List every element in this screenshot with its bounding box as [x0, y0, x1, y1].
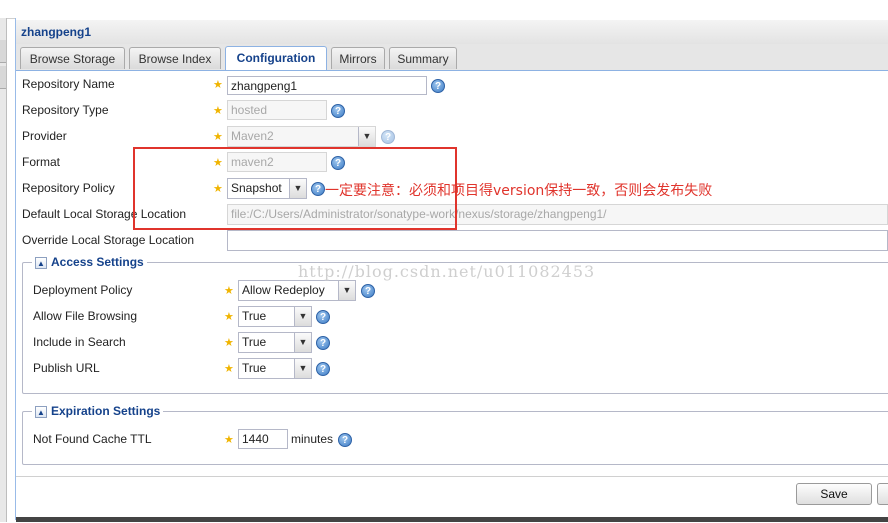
override-storage-input[interactable] [227, 230, 888, 251]
chevron-down-icon[interactable]: ▼ [338, 281, 355, 300]
required-star-icon: ★ [224, 311, 234, 323]
help-icon[interactable]: ? [338, 433, 352, 447]
chevron-down-icon[interactable]: ▼ [294, 307, 311, 326]
deployment-policy-label: Deployment Policy [33, 283, 133, 297]
required-star-icon: ★ [213, 79, 223, 91]
publish-url-select[interactable]: True ▼ [238, 358, 312, 379]
tab-browse-index[interactable]: Browse Index [129, 47, 221, 69]
expiration-settings-title: Expiration Settings [51, 404, 161, 418]
deployment-policy-select[interactable]: Allow Redeploy ▼ [238, 280, 356, 301]
provider-select: Maven2 ▼ [227, 126, 376, 147]
help-icon[interactable]: ? [381, 130, 395, 144]
help-icon[interactable]: ? [431, 79, 445, 93]
chevron-down-icon: ▼ [358, 127, 375, 146]
left-edge-button[interactable] [0, 66, 6, 89]
include-search-value: True [242, 335, 267, 349]
collapse-icon[interactable]: ▲ [35, 256, 47, 269]
file-browsing-value: True [242, 309, 267, 323]
required-star-icon: ★ [224, 285, 234, 297]
include-search-select[interactable]: True ▼ [238, 332, 312, 353]
include-search-label: Include in Search [33, 335, 126, 349]
publish-url-label: Publish URL [33, 361, 100, 375]
format-label: Format [22, 155, 61, 169]
chevron-down-icon[interactable]: ▼ [294, 359, 311, 378]
left-sidebar-edge [0, 18, 7, 522]
bottom-border [16, 517, 888, 522]
access-settings-legend[interactable]: ▲ Access Settings [32, 255, 147, 269]
save-button[interactable]: Save [796, 483, 872, 505]
help-icon[interactable]: ? [316, 310, 330, 324]
annotation-note: 一定要注意：必须和项目得version保持一致，否则会发布失败 [325, 183, 713, 199]
tab-browse-storage[interactable]: Browse Storage [20, 47, 125, 69]
chevron-down-icon[interactable]: ▼ [294, 333, 311, 352]
form-footer [16, 476, 888, 523]
required-star-icon: ★ [224, 337, 234, 349]
secondary-button[interactable] [877, 483, 888, 505]
repository-name-input[interactable]: zhangpeng1 [227, 76, 427, 95]
file-browsing-select[interactable]: True ▼ [238, 306, 312, 327]
required-star-icon: ★ [224, 434, 234, 446]
not-found-ttl-label: Not Found Cache TTL [33, 432, 152, 446]
deployment-policy-value: Allow Redeploy [242, 283, 325, 297]
repository-type-label: Repository Type [22, 103, 109, 117]
access-settings-fieldset [22, 262, 888, 394]
collapse-icon[interactable]: ▲ [35, 405, 47, 418]
publish-url-value: True [242, 361, 267, 375]
help-icon[interactable]: ? [316, 362, 330, 376]
repository-type-input: hosted [227, 100, 327, 120]
repository-name-label: Repository Name [22, 77, 115, 91]
help-icon[interactable]: ? [316, 336, 330, 350]
help-icon[interactable]: ? [361, 284, 375, 298]
required-star-icon: ★ [224, 363, 234, 375]
top-strip [0, 0, 888, 19]
tab-mirrors[interactable]: Mirrors [331, 47, 385, 69]
override-storage-label: Override Local Storage Location [22, 233, 195, 247]
provider-value: Maven2 [231, 129, 274, 143]
required-star-icon: ★ [213, 131, 223, 143]
repository-policy-label: Repository Policy [22, 181, 115, 195]
access-settings-title: Access Settings [51, 255, 144, 269]
expiration-settings-legend[interactable]: ▲ Expiration Settings [32, 404, 164, 418]
tab-configuration[interactable]: Configuration [225, 46, 327, 70]
help-icon[interactable]: ? [331, 104, 345, 118]
file-browsing-label: Allow File Browsing [33, 309, 138, 323]
required-star-icon: ★ [213, 105, 223, 117]
tab-summary[interactable]: Summary [389, 47, 457, 69]
panel-title: zhangpeng1 [16, 20, 888, 44]
not-found-ttl-input[interactable]: 1440 [238, 429, 288, 449]
ttl-unit-label: minutes [291, 432, 334, 446]
watermark-text: http://blog.csdn.net/u011082453 [298, 262, 596, 281]
provider-label: Provider [22, 129, 67, 143]
left-edge-button[interactable] [0, 40, 6, 63]
